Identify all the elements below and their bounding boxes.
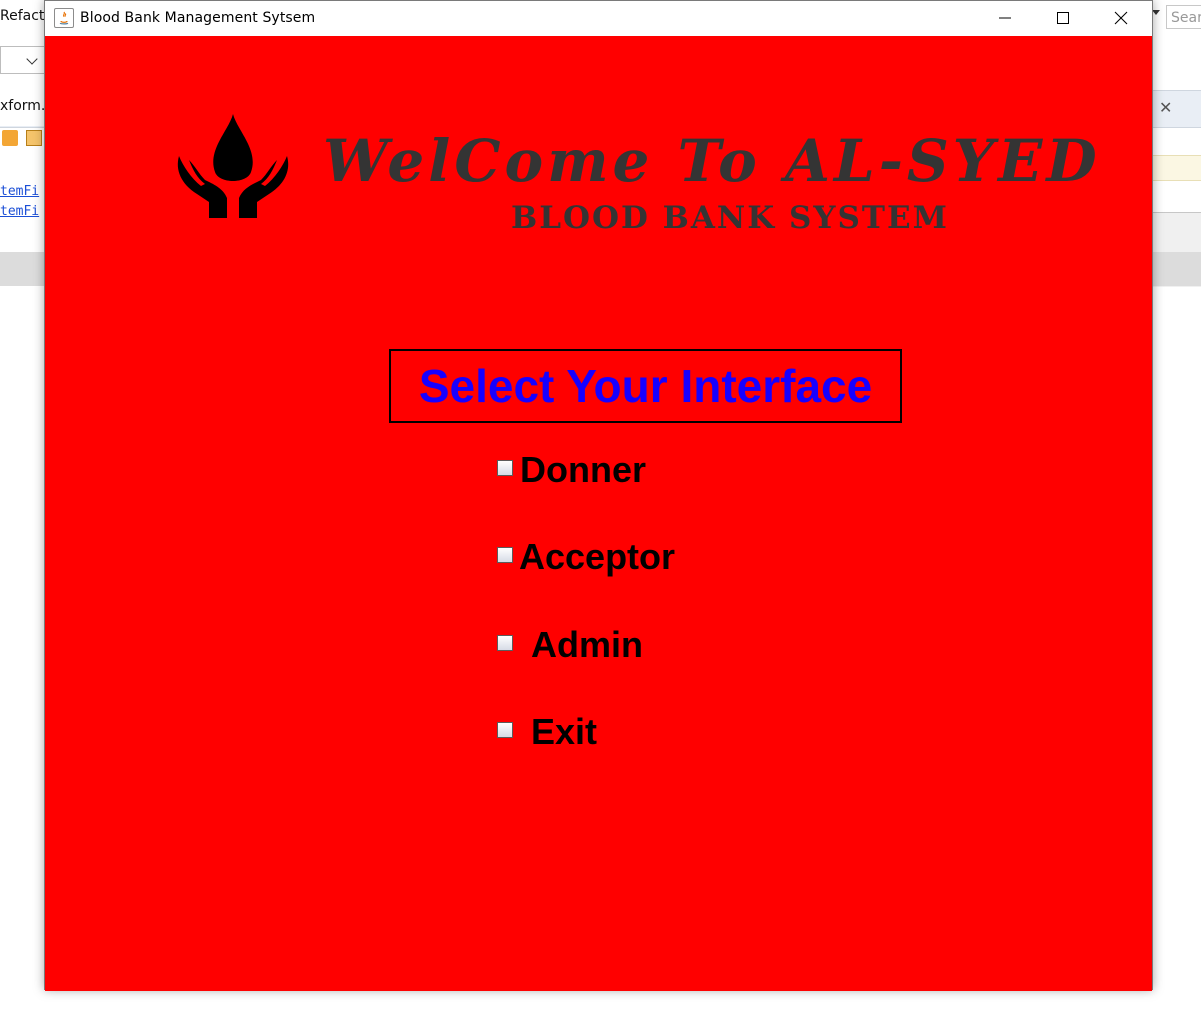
- close-tab-icon[interactable]: ✕: [1159, 98, 1172, 118]
- welcome-title: WelCome To AL-SYED: [323, 127, 1101, 195]
- admin-checkbox[interactable]: [497, 635, 513, 651]
- ide-code-link[interactable]: temFi: [0, 204, 39, 219]
- toolbar-component-icon[interactable]: [26, 130, 42, 146]
- admin-label[interactable]: Admin: [531, 623, 643, 667]
- window-title: Blood Bank Management Sytsem: [80, 10, 316, 26]
- ide-code-link[interactable]: temFi: [0, 184, 39, 199]
- system-subtitle: BLOOD BANK SYSTEM: [511, 200, 949, 236]
- close-button[interactable]: [1092, 1, 1150, 36]
- select-interface-heading: Select Your Interface: [418, 360, 873, 412]
- close-icon: [1114, 11, 1128, 25]
- exit-label[interactable]: Exit: [531, 710, 597, 754]
- acceptor-label[interactable]: Acceptor: [519, 535, 675, 579]
- blood-drop-hands-icon: [177, 114, 289, 218]
- donner-checkbox[interactable]: [497, 460, 513, 476]
- java-icon: [54, 8, 74, 28]
- ide-dropdown[interactable]: [0, 46, 46, 74]
- chevron-down-icon: [26, 53, 38, 65]
- minimize-button[interactable]: [976, 1, 1034, 36]
- maximize-icon: [1057, 12, 1069, 24]
- acceptor-checkbox[interactable]: [497, 547, 513, 563]
- forward-icon[interactable]: [2, 130, 18, 146]
- maximize-button[interactable]: [1034, 1, 1092, 36]
- screen: Refacto Sear xform.ja ✕ temFi temFi Bloo…: [0, 0, 1201, 1026]
- minimize-icon: [999, 17, 1011, 19]
- select-interface-frame: Select Your Interface: [389, 349, 902, 423]
- title-bar[interactable]: Blood Bank Management Sytsem: [45, 1, 1152, 36]
- dropdown-arrow-icon[interactable]: [1152, 10, 1160, 15]
- ide-info-bar: [1152, 155, 1201, 181]
- exit-checkbox[interactable]: [497, 722, 513, 738]
- app-window: Blood Bank Management Sytsem WelCome To …: [44, 0, 1153, 991]
- donner-label[interactable]: Donner: [520, 448, 646, 492]
- main-panel: WelCome To AL-SYED BLOOD BANK SYSTEM Sel…: [45, 36, 1152, 991]
- ide-search-field[interactable]: Sear: [1166, 5, 1201, 29]
